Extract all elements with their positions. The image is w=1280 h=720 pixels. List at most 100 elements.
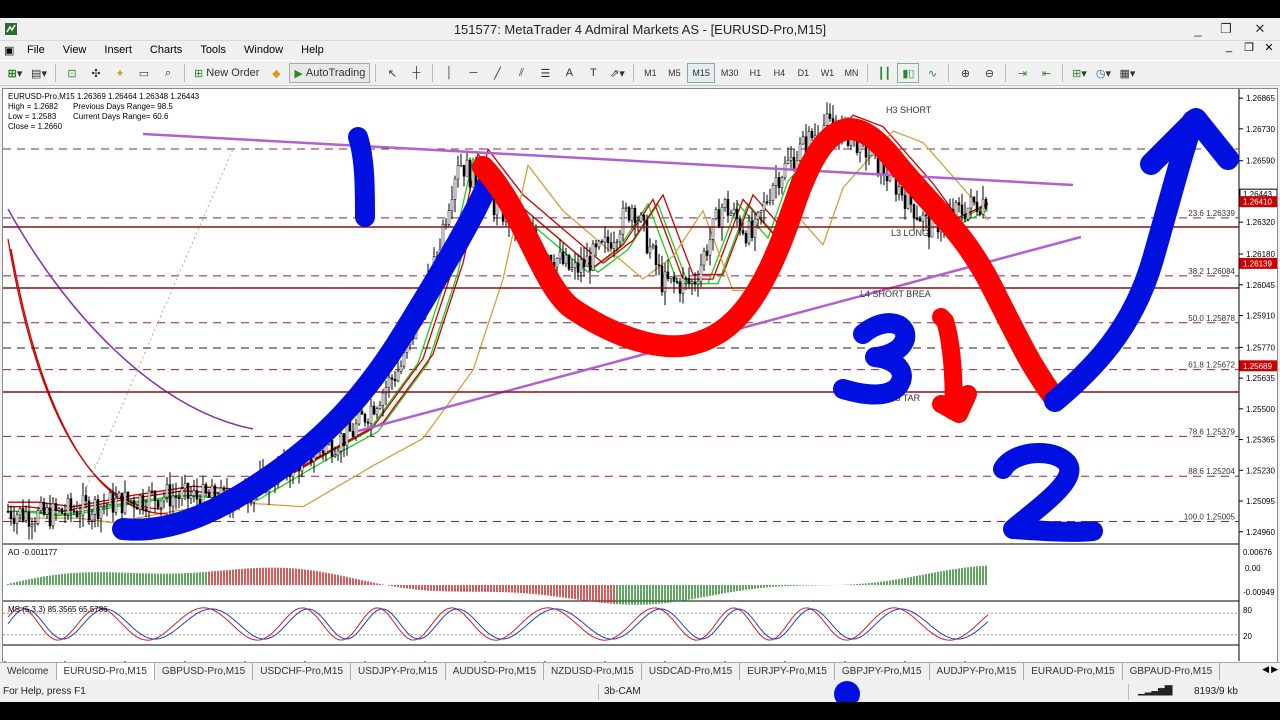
fibonacci-button[interactable]: ☰	[534, 63, 556, 83]
auto-scroll-button[interactable]: ⇥	[1011, 63, 1033, 83]
timeframe-m30[interactable]: M30	[717, 63, 743, 83]
price-chart[interactable]: 23.6 1.26339 38.2 1.26084 50.0 1.25878 61.8…	[3, 89, 1277, 677]
candle-body	[762, 201, 766, 211]
child-minimize-button[interactable]: _	[1222, 41, 1236, 54]
timeframe-m5[interactable]: M5	[663, 63, 685, 83]
candle-body	[129, 500, 133, 502]
candle-body	[684, 277, 688, 280]
chart-tab[interactable]: GBPAUD-Pro,M15	[1123, 663, 1221, 680]
candle-body	[810, 131, 814, 139]
market-watch-button[interactable]: ⊡	[61, 63, 83, 83]
zoom-in-button[interactable]: ⊕	[954, 63, 976, 83]
chart-tab[interactable]: USDJPY-Pro,M15	[351, 663, 446, 680]
timeframe-w1[interactable]: W1	[816, 63, 838, 83]
channel-button[interactable]: ⫽	[510, 63, 532, 83]
candle-body	[615, 241, 619, 244]
candlestick-button[interactable]: ▮▯	[897, 63, 920, 83]
periods-button[interactable]: ◷ ▾	[1092, 63, 1114, 83]
candle-body	[969, 196, 973, 209]
new-order-button[interactable]: ⊞ New Order	[190, 63, 263, 83]
candle-body	[402, 352, 406, 367]
chart-tab[interactable]: AUDUSD-Pro,M15	[446, 663, 545, 680]
candle-body	[90, 514, 94, 521]
chart-tab[interactable]: EURUSD-Pro,M15	[56, 663, 155, 680]
candle-body	[204, 484, 208, 494]
candle-body	[360, 410, 364, 415]
menu-tools[interactable]: Tools	[191, 44, 235, 56]
crosshair-button[interactable]: ┼	[405, 63, 427, 83]
candle-body	[372, 405, 376, 415]
chart-tab[interactable]: AUDJPY-Pro,M15	[930, 663, 1025, 680]
chart-tab[interactable]: USDCAD-Pro,M15	[642, 663, 741, 680]
horizontal-line-button[interactable]: ─	[462, 63, 484, 83]
tester-button[interactable]: ⌕	[157, 63, 179, 83]
bar-chart-button[interactable]: ┃┃	[873, 63, 895, 83]
timeframe-m15[interactable]: M15	[687, 63, 715, 83]
child-window-controls: _ ❐ ✕	[1222, 41, 1276, 54]
window-title: 151577: MetaTrader 4 Admiral Markets AS …	[453, 22, 827, 37]
candle-body	[687, 278, 691, 284]
terminal-button[interactable]: ▭	[133, 63, 155, 83]
candle-body	[750, 220, 754, 238]
zoom-out-button[interactable]: ⊖	[978, 63, 1000, 83]
candle-body	[180, 488, 184, 499]
text-label-button[interactable]: T	[582, 63, 604, 83]
ma-red-left-2	[10, 248, 169, 515]
menu-help[interactable]: Help	[292, 44, 333, 56]
candle-body	[51, 503, 55, 527]
chart-tab[interactable]: Welcome	[0, 663, 57, 680]
tab-scroll-left-icon[interactable]: ◀	[1262, 664, 1269, 675]
chart-window[interactable]: 23.6 1.26339 38.2 1.26084 50.0 1.25878 61.8…	[2, 88, 1278, 678]
indicators-button[interactable]: ⊞ ▾	[1068, 63, 1090, 83]
candle-body	[72, 510, 76, 512]
ao-indicator-layer	[7, 565, 987, 605]
l3-long-label: L3 LONG	[891, 228, 929, 238]
chart-shift-button[interactable]: ⇤	[1035, 63, 1057, 83]
metaeditor-button[interactable]: ◆	[265, 63, 287, 83]
tab-scroll-right-icon[interactable]: ▶	[1271, 664, 1278, 675]
line-chart-button[interactable]: ∿	[921, 63, 943, 83]
chart-tab[interactable]: GBPJPY-Pro,M15	[835, 663, 930, 680]
menu-file[interactable]: File	[18, 44, 54, 56]
low-text: Low = 1.2583	[8, 112, 57, 121]
menu-charts[interactable]: Charts	[141, 44, 191, 56]
timeframe-m1[interactable]: M1	[639, 63, 661, 83]
chart-tab[interactable]: NZDUSD-Pro,M15	[544, 663, 642, 680]
arrows-button[interactable]: ⇗ ▾	[606, 63, 628, 83]
chart-tab[interactable]: USDCHF-Pro,M15	[253, 663, 352, 680]
candle-body	[720, 207, 724, 229]
timeframe-d1[interactable]: D1	[792, 63, 814, 83]
menu-insert[interactable]: Insert	[95, 44, 141, 56]
timeframe-h4[interactable]: H4	[768, 63, 790, 83]
data-window-button[interactable]: ✦	[109, 63, 131, 83]
profiles-button[interactable]: ▤ ▾	[28, 63, 50, 83]
candle-body	[576, 262, 580, 273]
chart-tab[interactable]: GBPUSD-Pro,M15	[155, 663, 254, 680]
templates-button[interactable]: ▦ ▾	[1116, 63, 1138, 83]
cursor-button[interactable]: ↖	[381, 63, 403, 83]
child-restore-button[interactable]: ❐	[1242, 41, 1256, 54]
text-button[interactable]: A	[558, 63, 580, 83]
chart-window-icon[interactable]: ▣	[4, 44, 18, 57]
navigator-button[interactable]: ✣	[85, 63, 107, 83]
navigator-icon: ✣	[91, 67, 101, 80]
candle-body	[783, 163, 787, 179]
timeframe-h1[interactable]: H1	[744, 63, 766, 83]
minimize-button[interactable]: _	[1184, 18, 1212, 40]
child-close-button[interactable]: ✕	[1262, 41, 1276, 54]
price-scale-label: 1.25635	[1246, 374, 1275, 383]
close-button[interactable]: ✕	[1240, 18, 1280, 40]
candle-body	[468, 159, 472, 188]
chart-tab[interactable]: EURAUD-Pro,M15	[1024, 663, 1123, 680]
timeframe-mn[interactable]: MN	[840, 63, 862, 83]
chart-tab[interactable]: EURJPY-Pro,M15	[740, 663, 835, 680]
vertical-line-button[interactable]: │	[438, 63, 460, 83]
new-chart-button[interactable]: ⊞ ▾	[4, 63, 26, 83]
maximize-button[interactable]: ❐	[1212, 18, 1240, 40]
menu-view[interactable]: View	[54, 44, 96, 56]
autotrading-button[interactable]: ▶ AutoTrading	[289, 63, 371, 83]
menu-window[interactable]: Window	[235, 44, 292, 56]
candle-body	[117, 492, 121, 499]
candle-body	[972, 196, 976, 203]
trendline-button[interactable]: ╱	[486, 63, 508, 83]
